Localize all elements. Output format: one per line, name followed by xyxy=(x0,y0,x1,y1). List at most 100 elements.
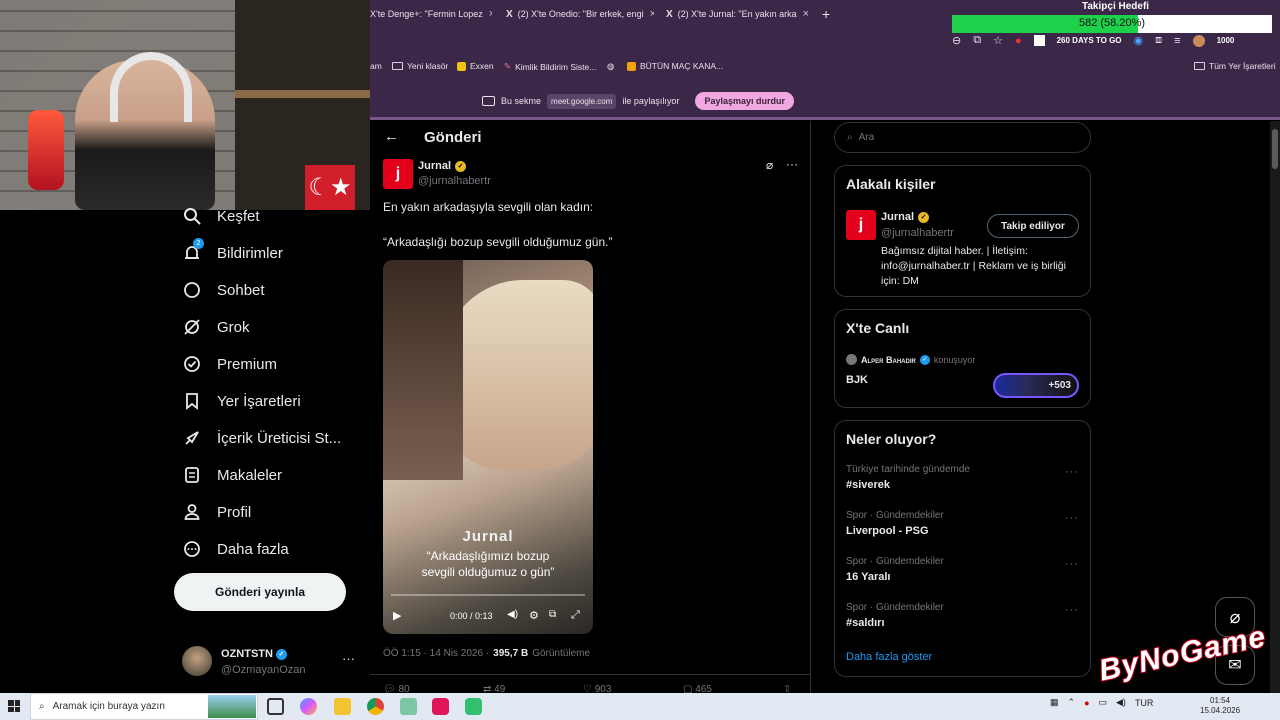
close-icon[interactable]: × xyxy=(489,8,492,20)
avatar[interactable] xyxy=(1192,34,1205,47)
extension-red-icon[interactable]: ● xyxy=(1015,35,1022,47)
play-icon[interactable]: ▶ xyxy=(393,609,401,622)
sidebar-item-bell[interactable]: 2 Bildirimler xyxy=(182,238,283,263)
chrome-icon[interactable] xyxy=(367,698,384,715)
gold-verified-icon: ✓ xyxy=(918,211,930,223)
tab-1[interactable]: X'te Denge+: "Fermin Lopez × xyxy=(370,4,492,24)
bookmark-exxen[interactable]: Exxen xyxy=(457,61,494,71)
windows-start-icon[interactable] xyxy=(8,700,20,712)
author-avatar[interactable]: j xyxy=(383,159,413,189)
trend-item[interactable]: Liverpool - PSG xyxy=(846,525,929,537)
volume-icon[interactable]: ◀) xyxy=(1116,697,1126,708)
close-icon[interactable]: × xyxy=(650,8,654,20)
sidebar-item-bookmark[interactable]: Yer İşaretleri xyxy=(182,391,301,411)
trends-title: Neler oluyor? xyxy=(846,431,937,447)
back-arrow-icon[interactable]: ← xyxy=(384,128,399,145)
account-switcher[interactable]: OZNTSTN ✓ @OzmayanOzan ··· xyxy=(182,646,362,680)
sidebar-item-premium[interactable]: Premium xyxy=(182,354,277,374)
sidebar-item-rocket[interactable]: İçerik Üreticisi St... xyxy=(182,428,341,448)
tab-3-active[interactable]: X (2) X'te Jurnal: "En yakın arka × xyxy=(666,4,812,24)
more-icon[interactable]: ··· xyxy=(342,651,355,666)
show-more-link[interactable]: Daha fazla göster xyxy=(846,651,932,663)
extension-white-icon[interactable] xyxy=(1033,35,1045,46)
premium-icon xyxy=(184,356,200,372)
video-time: 0:00 / 0:13 xyxy=(450,611,493,621)
live-topic[interactable]: BJK xyxy=(846,374,868,386)
app-icon-7[interactable] xyxy=(465,698,482,715)
volume-icon[interactable]: ◀) xyxy=(507,609,518,620)
tray-icon-2[interactable]: ● xyxy=(1084,698,1089,708)
shelf-board xyxy=(235,90,370,98)
sidebar-item-article[interactable]: Makaleler xyxy=(182,465,282,485)
new-tab-button[interactable]: + xyxy=(822,4,830,24)
more-icon[interactable]: ··· xyxy=(1065,466,1079,478)
bookmark-kimlik[interactable]: ✎ Kimlik Bildirim Siste... xyxy=(504,61,596,72)
fullscreen-icon[interactable]: ⤢ xyxy=(571,609,580,622)
sidebar-item-grok[interactable]: Grok xyxy=(182,317,250,337)
menu-lines-icon[interactable]: ≡ xyxy=(1174,35,1180,47)
trend-item[interactable]: #siverek xyxy=(846,479,890,491)
page-title: Gönderi xyxy=(424,129,482,146)
video-player[interactable]: Jurnal “Arkadaşlığımızı bozup sevgili ol… xyxy=(383,260,593,634)
more-icon[interactable]: ··· xyxy=(786,157,798,171)
avatar xyxy=(182,646,212,676)
search-box[interactable]: ⌕ Ara xyxy=(834,122,1091,153)
all-bookmarks[interactable]: Tüm Yer İşaretleri xyxy=(1194,61,1276,71)
sidebar-item-label: Premium xyxy=(217,355,278,373)
zoom-icon[interactable]: ⊖ xyxy=(952,34,961,47)
share-icon[interactable]: ⧉ xyxy=(973,34,981,47)
tab-2[interactable]: X (2) X'te Onedio: "Bir erkek, engi × xyxy=(506,4,654,24)
sidebar-item-label: Profil xyxy=(217,503,252,521)
sidebar-item-more-circle[interactable]: Daha fazla xyxy=(182,539,289,559)
pip-icon[interactable]: ⧉ xyxy=(549,609,556,620)
live-listeners[interactable]: +503 xyxy=(993,373,1079,398)
stop-sharing-button[interactable]: Paylaşmayı durdur xyxy=(695,92,794,110)
tray-icon-1[interactable]: ▦ xyxy=(1050,697,1059,708)
more-icon[interactable]: ··· xyxy=(1065,604,1079,616)
related-avatar[interactable]: j xyxy=(846,210,876,240)
bookmark-1[interactable]: am xyxy=(370,61,382,71)
related-name[interactable]: Jurnal xyxy=(881,211,914,223)
star-icon[interactable]: ☆ xyxy=(993,34,1003,47)
tab-sharing-bar: Bu sekme meet.google.com ile paylaşılıyo… xyxy=(370,78,1280,120)
app-icon-5[interactable] xyxy=(400,698,417,715)
puzzle-icon[interactable]: ⧈ xyxy=(1155,34,1162,47)
bookmark-mac[interactable]: BÜTÜN MAÇ KANA... xyxy=(627,61,723,71)
settings-icon[interactable]: ⚙ xyxy=(529,609,539,622)
scrollbar-thumb[interactable] xyxy=(1272,129,1278,169)
globe-icon: ◍ xyxy=(607,61,615,71)
file-explorer-icon[interactable] xyxy=(334,698,351,715)
bookmark-folder[interactable]: Yeni klasör xyxy=(392,61,448,71)
author-name[interactable]: Jurnal xyxy=(418,160,451,172)
following-button[interactable]: Takip ediliyor xyxy=(987,214,1079,238)
grok-icon[interactable]: ⌀ xyxy=(766,158,773,172)
chevron-up-icon[interactable]: ⌃ xyxy=(1068,697,1076,708)
language[interactable]: TUR xyxy=(1135,698,1154,708)
trend-item[interactable]: #saldırı xyxy=(846,617,885,629)
app-icon-6[interactable] xyxy=(432,698,449,715)
goal-title: Takipçi Hedefi xyxy=(1082,1,1150,12)
video-caption-2: sevgili olduğumuz o gün” xyxy=(421,565,555,579)
clock[interactable]: 01:54 15.04.2026 xyxy=(1200,696,1240,716)
x-logo-icon: X xyxy=(666,8,673,20)
more-icon[interactable]: ··· xyxy=(1065,558,1079,570)
bookmark-globe[interactable]: ◍ xyxy=(607,61,614,72)
extension-blue-icon[interactable]: ◉ xyxy=(1134,34,1144,47)
video-progress-track[interactable] xyxy=(391,594,585,596)
trend-item[interactable]: 16 Yaralı xyxy=(846,571,890,583)
search-icon: ⌕ xyxy=(39,701,45,712)
more-circle-icon xyxy=(184,541,200,557)
sidebar-item-chat[interactable]: Sohbet xyxy=(182,280,265,300)
copilot-icon[interactable] xyxy=(300,698,317,715)
more-icon[interactable]: ··· xyxy=(1065,512,1079,524)
days-badge[interactable]: 260 DAYS TO GO xyxy=(1057,36,1122,45)
scrollbar[interactable] xyxy=(1270,121,1280,693)
task-view-icon[interactable] xyxy=(267,698,284,715)
icon-wrap xyxy=(182,354,202,374)
network-icon[interactable]: ▭ xyxy=(1099,697,1108,708)
host-name[interactable]: Alper Bahadır xyxy=(861,355,916,365)
close-icon[interactable]: × xyxy=(803,8,809,20)
sidebar-item-search[interactable]: Keşfet xyxy=(182,206,260,226)
sidebar-item-profile[interactable]: Profil xyxy=(182,502,251,522)
post-button[interactable]: Gönderi yayınla xyxy=(174,573,346,611)
